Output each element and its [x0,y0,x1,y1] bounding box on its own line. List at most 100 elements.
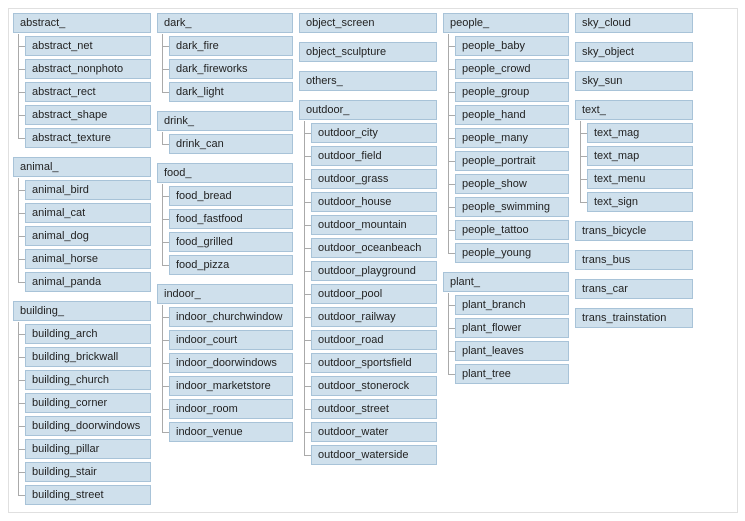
category-node[interactable]: drink_ [157,111,293,131]
category-child-node[interactable]: outdoor_pool [311,284,437,304]
category-child-node[interactable]: text_map [587,146,693,166]
category-child-node[interactable]: plant_tree [455,364,569,384]
category-child-wrap: plant_tree [455,364,569,384]
category-node[interactable]: object_screen [299,13,437,33]
category-node[interactable]: sky_cloud [575,13,693,33]
category-node[interactable]: dark_ [157,13,293,33]
category-child-node[interactable]: abstract_texture [25,128,151,148]
category-child-node[interactable]: animal_panda [25,272,151,292]
category-child-node[interactable]: building_church [25,370,151,390]
category-node[interactable]: indoor_ [157,284,293,304]
category-child-node[interactable]: plant_flower [455,318,569,338]
category-child-node[interactable]: indoor_marketstore [169,376,293,396]
category-child-node[interactable]: animal_bird [25,180,151,200]
category-child-node[interactable]: people_tattoo [455,220,569,240]
category-child-node[interactable]: food_fastfood [169,209,293,229]
category-child-wrap: abstract_shape [25,105,151,125]
category-child-node[interactable]: abstract_shape [25,105,151,125]
category-child-node[interactable]: dark_light [169,82,293,102]
category-child-node[interactable]: indoor_venue [169,422,293,442]
category-child-node[interactable]: outdoor_house [311,192,437,212]
category-child-node[interactable]: drink_can [169,134,293,154]
column-3: people_ people_baby people_crowd people_gro… [443,13,569,387]
category-child-node[interactable]: abstract_nonphoto [25,59,151,79]
category-node[interactable]: building_ [13,301,151,321]
category-child-wrap: plant_leaves [455,341,569,361]
category-node[interactable]: text_ [575,100,693,120]
category-child-node[interactable]: building_doorwindows [25,416,151,436]
category-node[interactable]: trans_car [575,279,693,299]
category-child-wrap: outdoor_playground [311,261,437,281]
category-child-node[interactable]: animal_horse [25,249,151,269]
category-child-wrap: text_sign [587,192,693,212]
category-node[interactable]: animal_ [13,157,151,177]
category-child-node[interactable]: outdoor_grass [311,169,437,189]
category-group: trans_bus [575,250,693,273]
category-node[interactable]: people_ [443,13,569,33]
category-child-node[interactable]: people_swimming [455,197,569,217]
category-child-node[interactable]: text_mag [587,123,693,143]
category-child-node[interactable]: food_pizza [169,255,293,275]
category-child-node[interactable]: indoor_room [169,399,293,419]
category-node[interactable]: plant_ [443,272,569,292]
category-child-node[interactable]: outdoor_field [311,146,437,166]
category-node[interactable]: trans_trainstation [575,308,693,328]
category-child-node[interactable]: outdoor_sportsfield [311,353,437,373]
category-child-node[interactable]: people_crowd [455,59,569,79]
category-child-node[interactable]: people_hand [455,105,569,125]
category-child-node[interactable]: people_group [455,82,569,102]
category-child-node[interactable]: abstract_net [25,36,151,56]
category-node[interactable]: sky_object [575,42,693,62]
category-child-node[interactable]: text_menu [587,169,693,189]
category-child-node[interactable]: building_pillar [25,439,151,459]
category-child-node[interactable]: outdoor_stonerock [311,376,437,396]
category-child-wrap: people_many [455,128,569,148]
category-child-node[interactable]: outdoor_railway [311,307,437,327]
category-child-node[interactable]: indoor_doorwindows [169,353,293,373]
category-node[interactable]: outdoor_ [299,100,437,120]
category-child-node[interactable]: indoor_churchwindow [169,307,293,327]
category-node[interactable]: food_ [157,163,293,183]
category-child-wrap: abstract_nonphoto [25,59,151,79]
category-child-wrap: people_tattoo [455,220,569,240]
category-child-node[interactable]: people_many [455,128,569,148]
category-child-node[interactable]: text_sign [587,192,693,212]
category-child-node[interactable]: outdoor_waterside [311,445,437,465]
category-child-node[interactable]: people_baby [455,36,569,56]
category-child-node[interactable]: building_arch [25,324,151,344]
category-child-node[interactable]: outdoor_road [311,330,437,350]
category-child-node[interactable]: building_street [25,485,151,505]
category-node[interactable]: sky_sun [575,71,693,91]
category-child-node[interactable]: people_show [455,174,569,194]
category-child-node[interactable]: animal_dog [25,226,151,246]
category-child-node[interactable]: people_young [455,243,569,263]
category-node[interactable]: abstract_ [13,13,151,33]
category-child-node[interactable]: dark_fire [169,36,293,56]
category-child-node[interactable]: indoor_court [169,330,293,350]
category-child-wrap: outdoor_mountain [311,215,437,235]
category-child-node[interactable]: dark_fireworks [169,59,293,79]
category-child-node[interactable]: animal_cat [25,203,151,223]
category-child-node[interactable]: building_stair [25,462,151,482]
category-child-node[interactable]: people_portrait [455,151,569,171]
category-child-node[interactable]: food_grilled [169,232,293,252]
category-child-node[interactable]: outdoor_mountain [311,215,437,235]
category-node[interactable]: object_sculpture [299,42,437,62]
category-child-node[interactable]: building_corner [25,393,151,413]
category-child-node[interactable]: food_bread [169,186,293,206]
category-node[interactable]: trans_bicycle [575,221,693,241]
category-child-node[interactable]: outdoor_playground [311,261,437,281]
category-child-node[interactable]: plant_branch [455,295,569,315]
category-child-node[interactable]: building_brickwall [25,347,151,367]
category-child-node[interactable]: outdoor_city [311,123,437,143]
category-child-node[interactable]: outdoor_water [311,422,437,442]
category-child-node[interactable]: outdoor_street [311,399,437,419]
category-child-node[interactable]: abstract_rect [25,82,151,102]
category-node[interactable]: others_ [299,71,437,91]
category-child-node[interactable]: plant_leaves [455,341,569,361]
category-child-node[interactable]: outdoor_oceanbeach [311,238,437,258]
category-child-wrap: animal_cat [25,203,151,223]
category-children: drink_can [157,134,293,157]
category-child-wrap: people_crowd [455,59,569,79]
category-node[interactable]: trans_bus [575,250,693,270]
